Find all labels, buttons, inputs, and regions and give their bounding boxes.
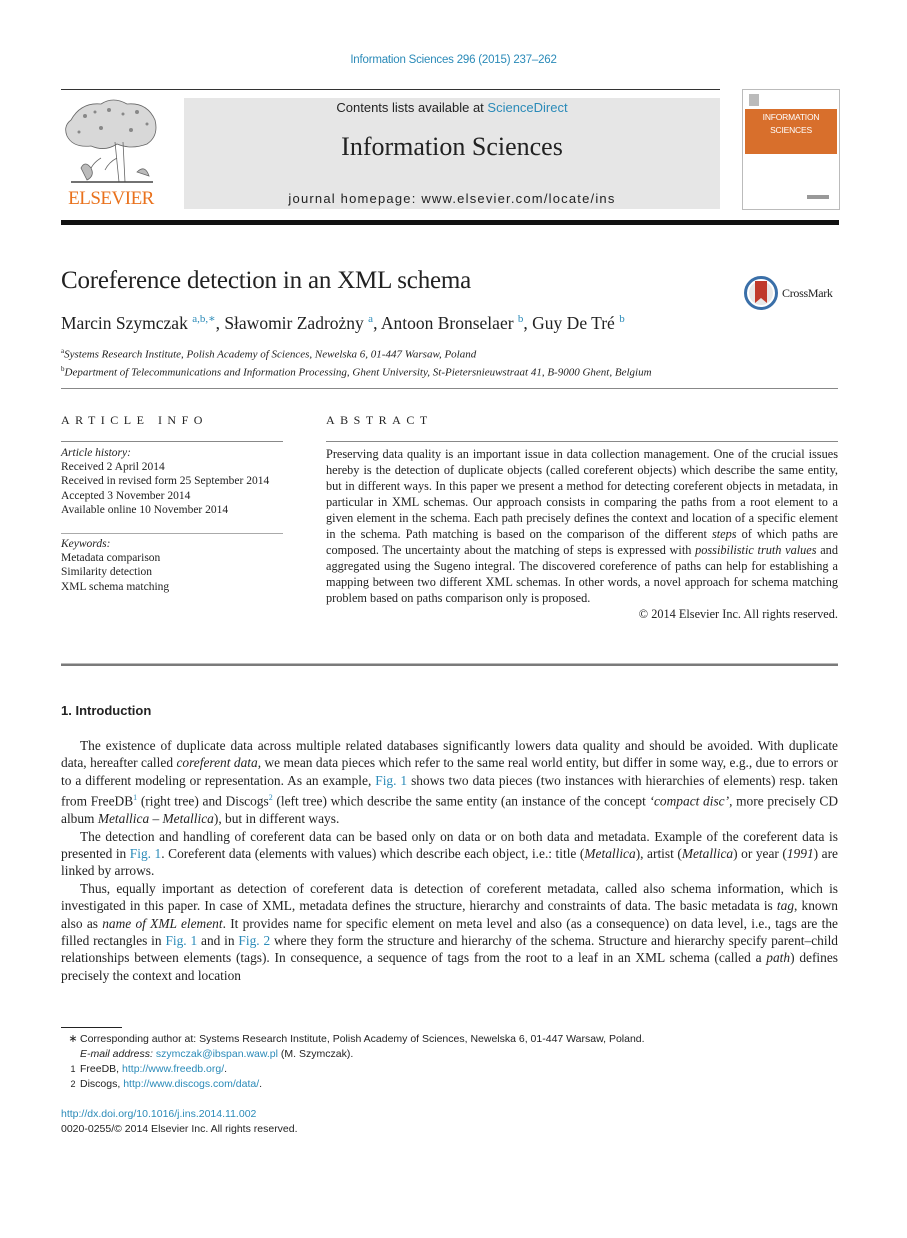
article-info-divider	[61, 441, 283, 442]
history-online: Available online 10 November 2014	[61, 503, 229, 516]
journal-homepage[interactable]: journal homepage: www.elsevier.com/locat…	[184, 191, 720, 206]
masthead-thick-rule	[61, 220, 839, 225]
crossmark-icon	[744, 276, 778, 310]
elsevier-logo[interactable]: ELSEVIER	[61, 98, 161, 210]
author-name: Marcin Szymczak	[61, 312, 188, 333]
journal-title: Information Sciences	[341, 132, 563, 161]
crossmark-label: CrossMark	[782, 285, 833, 300]
keywords: Keywords: Metadata comparison Similarity…	[61, 537, 283, 594]
footnote-corresponding: ∗ Corresponding author at: Systems Resea…	[66, 1032, 766, 1047]
email-link[interactable]: szymczak@ibspan.waw.pl	[156, 1048, 278, 1060]
abstract-body: Preserving data quality is an important …	[326, 446, 838, 622]
figure-link[interactable]: Fig. 1	[165, 933, 197, 948]
elsevier-tree-icon	[65, 99, 157, 183]
abstract-heading: ABSTRACT	[326, 413, 433, 427]
elsevier-wordmark: ELSEVIER	[68, 188, 154, 209]
footnote-text: Corresponding author at: Systems Researc…	[80, 1033, 645, 1045]
footnote-mark: ∗	[68, 1033, 78, 1045]
cover-title-band: INFORMATION SCIENCES	[745, 109, 837, 154]
journal-masthead: Contents lists available at ScienceDirec…	[184, 98, 720, 209]
affiliation-text: Systems Research Institute, Polish Acade…	[64, 348, 477, 361]
author-separator: ,	[373, 312, 381, 333]
cover-subtitle	[745, 136, 837, 140]
masthead-divider	[61, 89, 720, 90]
keywords-label: Keywords:	[61, 538, 111, 550]
author-affiliation-marks[interactable]: a,b,∗	[192, 313, 215, 325]
author[interactable]: Sławomir Zadrożny a	[224, 313, 373, 333]
paragraph: The detection and handling of coreferent…	[61, 828, 838, 879]
affiliation-text: Department of Telecommunications and Inf…	[64, 366, 652, 379]
cover-title-line1: INFORMATION	[762, 112, 820, 122]
introduction-body: The existence of duplicate data across m…	[61, 737, 838, 984]
doi-link[interactable]: http://dx.doi.org/10.1016/j.ins.2014.11.…	[61, 1108, 256, 1120]
footnotes: ∗ Corresponding author at: Systems Resea…	[66, 1032, 766, 1092]
affiliation-b: bDepartment of Telecommunications and In…	[61, 362, 652, 380]
email-label: E-mail address:	[80, 1048, 156, 1060]
abstract-copyright: © 2014 Elsevier Inc. All rights reserved…	[638, 607, 838, 621]
figure-link[interactable]: Fig. 1	[130, 846, 161, 861]
issn-copyright: 0020-0255/© 2014 Elsevier Inc. All right…	[61, 1123, 298, 1135]
footnote-rule	[61, 1027, 122, 1028]
author-separator: ,	[523, 312, 533, 333]
author-affiliation-marks[interactable]: b	[619, 313, 625, 325]
footnote-1: 1 FreeDB, http://www.freedb.org/.	[66, 1062, 766, 1077]
history-accepted: Accepted 3 November 2014	[61, 489, 191, 502]
journal-citation-link[interactable]: Information Sciences 296 (2015) 237–262	[0, 54, 907, 66]
author[interactable]: Antoon Bronselaer b	[381, 313, 524, 333]
footnote-mark: 1	[70, 1064, 76, 1074]
contents-prefix: Contents lists available at	[336, 100, 488, 115]
paragraph: The existence of duplicate data across m…	[61, 738, 839, 827]
author-name: Guy De Tré	[532, 312, 615, 333]
introduction-heading: 1. Introduction	[61, 703, 152, 718]
author-name: Antoon Bronselaer	[380, 312, 514, 333]
paragraph: Thus, equally important as detection of …	[61, 880, 838, 983]
email-suffix: (M. Szymczak).	[277, 1048, 354, 1060]
article-info-heading: ARTICLE INFO	[61, 413, 208, 427]
article-history: Article history: Received 2 April 2014 R…	[61, 446, 283, 517]
figure-link[interactable]: Fig. 2	[238, 933, 270, 948]
affiliation-a: aSystems Research Institute, Polish Acad…	[61, 344, 652, 362]
sciencedirect-link[interactable]: ScienceDirect	[487, 100, 567, 115]
freedb-link[interactable]: http://www.freedb.org/	[122, 1063, 224, 1075]
author[interactable]: Marcin Szymczak a,b,∗	[61, 313, 216, 333]
abstract-text: Preserving data quality is an important …	[326, 447, 839, 605]
article-history-label: Article history:	[61, 447, 131, 459]
front-matter-divider	[61, 663, 838, 666]
contents-line: Contents lists available at ScienceDirec…	[184, 100, 720, 115]
history-received: Received 2 April 2014	[61, 461, 165, 474]
paper-title: Coreference detection in an XML schema	[61, 267, 472, 294]
footnote-email: E-mail address: szymczak@ibspan.waw.pl (…	[66, 1047, 766, 1062]
section-divider	[61, 388, 838, 389]
footnote-2: 2 Discogs, http://www.discogs.com/data/.	[66, 1077, 766, 1092]
author-name: Sławomir Zadrożny	[224, 312, 364, 333]
keyword: Similarity detection	[61, 566, 153, 579]
footnote-mark: 2	[70, 1079, 76, 1089]
author-list: Marcin Szymczak a,b,∗, Sławomir Zadrożny…	[61, 312, 625, 334]
discogs-link[interactable]: http://www.discogs.com/data/	[123, 1078, 259, 1090]
keyword: XML schema matching	[61, 580, 170, 593]
affiliations: aSystems Research Institute, Polish Acad…	[61, 344, 652, 380]
author[interactable]: Guy De Tré b	[532, 313, 625, 333]
author-separator: ,	[215, 312, 225, 333]
doi-block: http://dx.doi.org/10.1016/j.ins.2014.11.…	[61, 1107, 298, 1137]
cover-title-line2: SCIENCES	[770, 125, 812, 135]
crossmark-button[interactable]: CrossMark	[744, 276, 833, 310]
keywords-divider	[61, 533, 283, 534]
abstract-divider	[326, 441, 838, 442]
journal-cover-thumbnail[interactable]: INFORMATION SCIENCES	[742, 89, 840, 210]
cover-publisher-mark	[807, 195, 829, 199]
history-revised: Received in revised form 25 September 20…	[61, 475, 270, 488]
keyword: Metadata comparison	[61, 552, 161, 565]
cover-logo-icon	[749, 94, 759, 106]
figure-link[interactable]: Fig. 1	[375, 773, 407, 788]
